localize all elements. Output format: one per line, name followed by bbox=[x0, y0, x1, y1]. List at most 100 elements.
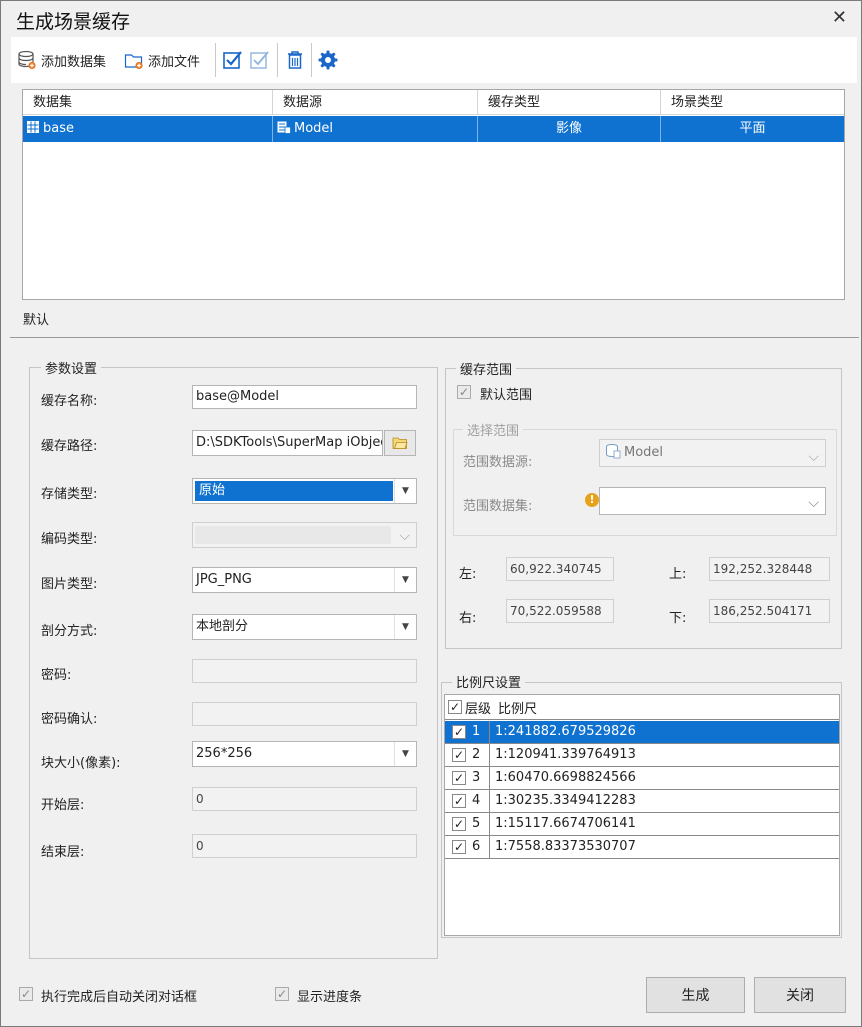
cache-type-cell[interactable]: 影像 bbox=[478, 116, 661, 142]
tiling-select[interactable]: 本地剖分 ▼ bbox=[192, 614, 417, 640]
password-confirm-input[interactable] bbox=[192, 702, 417, 726]
scale-value: 1:120941.339764913 bbox=[495, 747, 636, 762]
add-dataset-button[interactable]: 添加数据集 bbox=[17, 47, 106, 73]
tiling-value: 本地剖分 bbox=[196, 619, 249, 634]
default-range-checkbox[interactable]: ✓ bbox=[457, 385, 471, 399]
add-file-label: 添加文件 bbox=[148, 54, 201, 70]
chevron-down-icon[interactable]: ▼ bbox=[394, 568, 416, 592]
settings-button[interactable] bbox=[317, 47, 339, 73]
password-confirm-label: 密码确认: bbox=[41, 712, 98, 727]
storage-type-label: 存储类型: bbox=[41, 487, 98, 502]
scale-table[interactable]: ✓ 层级 比例尺 ✓ 1 1:241882.679529826 ✓ 2 1:12… bbox=[444, 694, 840, 936]
level-number: 4 bbox=[472, 793, 481, 808]
column-header[interactable]: 场景类型 bbox=[661, 90, 844, 115]
column-header[interactable]: 数据源 bbox=[273, 90, 478, 115]
storage-type-select[interactable]: 原始 ▼ bbox=[192, 478, 417, 504]
datasource-cell[interactable]: Model bbox=[273, 116, 478, 142]
password-label: 密码: bbox=[41, 668, 72, 683]
encoding-type-select[interactable]: ⌵ bbox=[192, 522, 417, 548]
level-cell: ✓ 5 bbox=[445, 813, 490, 836]
show-progress-checkbox[interactable]: ✓ bbox=[275, 987, 289, 1001]
tile-size-select[interactable]: 256*256 ▼ bbox=[192, 741, 417, 767]
chevron-down-icon: ⌵ bbox=[399, 528, 410, 544]
scene-type-cell[interactable]: 平面 bbox=[661, 116, 844, 142]
select-all-levels-checkbox[interactable]: ✓ bbox=[448, 700, 462, 714]
level-checkbox[interactable]: ✓ bbox=[452, 748, 466, 762]
level-checkbox[interactable]: ✓ bbox=[452, 725, 466, 739]
chevron-down-icon: ⌵ bbox=[808, 449, 819, 465]
database-add-icon bbox=[18, 50, 36, 70]
tiling-label: 剖分方式: bbox=[41, 624, 98, 639]
table-row[interactable]: ✓ 4 1:30235.3349412283 bbox=[445, 790, 839, 813]
chevron-down-icon[interactable]: ▼ bbox=[394, 615, 416, 639]
image-type-value: JPG_PNG bbox=[196, 572, 252, 587]
table-row[interactable]: ✓ 1 1:241882.679529826 bbox=[445, 721, 839, 744]
level-number: 2 bbox=[472, 747, 481, 762]
select-all-button[interactable] bbox=[222, 47, 244, 73]
column-header[interactable]: 数据集 bbox=[23, 90, 273, 115]
range-group-title: 缓存范围 bbox=[456, 359, 517, 378]
table-row[interactable]: ✓ 6 1:7558.83373530707 bbox=[445, 836, 839, 859]
delete-button[interactable] bbox=[284, 47, 306, 73]
cache-path-input[interactable]: D:\SDKTools\SuperMap iObjec bbox=[192, 430, 383, 456]
invert-select-button[interactable] bbox=[249, 47, 271, 73]
table-row[interactable]: ✓ 5 1:15117.6674706141 bbox=[445, 813, 839, 836]
dataset-grid[interactable]: 数据集 数据源 缓存类型 场景类型 base Model 影像 平面 bbox=[22, 89, 845, 300]
right-value[interactable]: 70,522.059588 bbox=[506, 599, 614, 623]
end-level-input[interactable]: 0 bbox=[192, 834, 417, 858]
level-cell: ✓ 1 bbox=[445, 721, 490, 744]
folder-add-icon bbox=[124, 54, 143, 70]
scale-value: 1:7558.83373530707 bbox=[495, 839, 636, 854]
scale-value: 1:60470.6698824566 bbox=[495, 770, 636, 785]
chevron-down-icon[interactable]: ▼ bbox=[394, 742, 416, 766]
scale-value: 1:30235.3349412283 bbox=[495, 793, 636, 808]
auto-close-label: 执行完成后自动关闭对话框 bbox=[41, 990, 198, 1005]
right-label: 右: bbox=[459, 611, 477, 626]
scales-group-title: 比例尺设置 bbox=[452, 672, 526, 691]
level-checkbox[interactable]: ✓ bbox=[452, 771, 466, 785]
tab-divider bbox=[10, 337, 859, 338]
browse-button[interactable] bbox=[384, 430, 416, 456]
range-datasource-value: Model bbox=[624, 445, 664, 460]
end-level-label: 结束层: bbox=[41, 845, 85, 860]
level-cell: ✓ 3 bbox=[445, 767, 490, 790]
level-cell: ✓ 6 bbox=[445, 836, 490, 859]
level-column-header: 层级 bbox=[465, 702, 492, 717]
table-row[interactable]: ✓ 3 1:60470.6698824566 bbox=[445, 767, 839, 790]
range-datasource-select[interactable]: Model ⌵ bbox=[599, 439, 826, 467]
left-value[interactable]: 60,922.340745 bbox=[506, 557, 614, 581]
table-row[interactable]: base Model 影像 平面 bbox=[23, 116, 844, 142]
dataset-cell[interactable]: base bbox=[23, 116, 273, 142]
toolbar-separator bbox=[311, 43, 312, 77]
level-checkbox[interactable]: ✓ bbox=[452, 794, 466, 808]
folder-open-icon bbox=[392, 437, 408, 449]
table-row[interactable]: ✓ 2 1:120941.339764913 bbox=[445, 744, 839, 767]
close-button[interactable]: 关闭 bbox=[754, 977, 846, 1013]
show-progress-label: 显示进度条 bbox=[297, 990, 363, 1005]
encoding-type-fill bbox=[195, 526, 391, 544]
toolbar-separator bbox=[215, 43, 216, 77]
cache-path-label: 缓存路径: bbox=[41, 439, 98, 454]
start-level-input[interactable]: 0 bbox=[192, 787, 417, 811]
level-checkbox[interactable]: ✓ bbox=[452, 817, 466, 831]
top-value[interactable]: 192,252.328448 bbox=[709, 557, 830, 581]
tab-default[interactable]: 默认 bbox=[23, 309, 49, 328]
image-type-select[interactable]: JPG_PNG ▼ bbox=[192, 567, 417, 593]
scale-table-header: ✓ 层级 比例尺 bbox=[445, 695, 839, 720]
generate-button[interactable]: 生成 bbox=[646, 977, 745, 1013]
close-icon[interactable]: ✕ bbox=[832, 7, 847, 28]
select-range-title: 选择范围 bbox=[463, 420, 524, 439]
level-checkbox[interactable]: ✓ bbox=[452, 840, 466, 854]
cache-name-input[interactable]: base@Model bbox=[192, 385, 417, 409]
chevron-down-icon[interactable]: ▼ bbox=[394, 479, 416, 503]
auto-close-checkbox[interactable]: ✓ bbox=[19, 987, 33, 1001]
left-label: 左: bbox=[459, 567, 477, 582]
range-dataset-label: 范围数据集: bbox=[463, 499, 533, 514]
password-input[interactable] bbox=[192, 659, 417, 683]
range-dataset-select[interactable]: ⌵ bbox=[599, 487, 826, 515]
add-file-button[interactable]: 添加文件 bbox=[124, 47, 200, 73]
default-range-label: 默认范围 bbox=[480, 388, 533, 403]
column-header[interactable]: 缓存类型 bbox=[478, 90, 661, 115]
bottom-value[interactable]: 186,252.504171 bbox=[709, 599, 830, 623]
toolbar: 添加数据集 添加文件 bbox=[11, 37, 857, 83]
